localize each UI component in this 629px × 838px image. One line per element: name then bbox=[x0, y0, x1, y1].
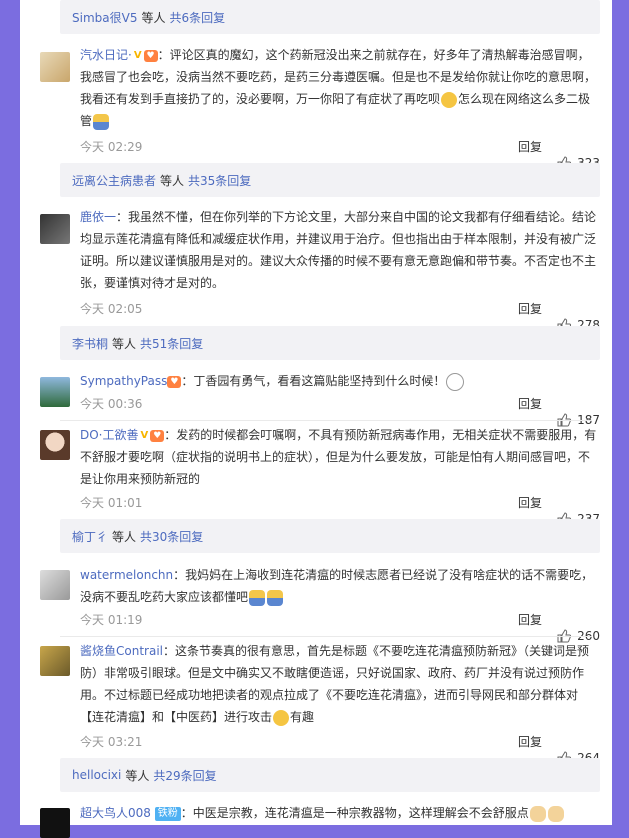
avatar[interactable] bbox=[40, 377, 70, 407]
comment-text: ：中医是宗教，连花清瘟是一种宗教器物，这样理解会不会舒服点 bbox=[180, 806, 529, 820]
reply-summary[interactable]: Simba很V5 等人 共6条回复 bbox=[60, 0, 600, 34]
comment-body: 鹿依一：我虽然不懂，但在你列举的下方论文里，大部分来自中国的论文我都有仔细看结论… bbox=[80, 206, 600, 294]
avatar[interactable] bbox=[40, 646, 70, 676]
reply-user[interactable]: Simba很V5 bbox=[72, 9, 137, 26]
cat-emoji-icon bbox=[547, 805, 564, 822]
comment-username[interactable]: 超大鸟人008 bbox=[80, 806, 151, 820]
vip-icon: V bbox=[133, 49, 142, 61]
reply-summary[interactable]: 李书桐 等人 共51条回复 bbox=[60, 326, 600, 360]
reply-button[interactable]: 回复 bbox=[518, 734, 542, 750]
avatar[interactable] bbox=[40, 214, 70, 244]
laugh-cry-emoji-icon bbox=[441, 91, 458, 108]
comment-time: 今天 01:01 bbox=[80, 496, 143, 510]
person-emoji-icon bbox=[93, 113, 110, 130]
cat-emoji-icon bbox=[529, 805, 546, 822]
reply-summary[interactable]: 远离公主病患者 等人 共35条回复 bbox=[60, 163, 600, 197]
smirk-emoji-icon bbox=[273, 709, 290, 726]
reply-count-link[interactable]: 共30条回复 bbox=[140, 528, 203, 545]
comment-meta: 今天 02:29 回复 323 bbox=[80, 139, 600, 170]
person-emoji-icon bbox=[267, 589, 284, 606]
comment-time: 今天 00:36 bbox=[80, 397, 143, 411]
comment-meta: 今天 00:36 回复 187 bbox=[80, 396, 600, 427]
comment-time: 今天 02:29 bbox=[80, 140, 143, 154]
avatar[interactable] bbox=[40, 430, 70, 460]
comment-time: 今天 01:19 bbox=[80, 613, 143, 627]
reply-mid: 等人 bbox=[125, 768, 150, 783]
reply-count-link[interactable]: 共6条回复 bbox=[169, 9, 225, 26]
comment-body: 酱烧鱼Contrail：这条节奏真的很有意思，首先是标题《不要吃连花清瘟预防新冠… bbox=[80, 640, 600, 728]
comment-username[interactable]: 汽水日记· bbox=[80, 48, 132, 62]
comment-username[interactable]: DO·工欲善 bbox=[80, 428, 139, 442]
fan-heart-icon: ♥ bbox=[143, 49, 158, 62]
comment-username[interactable]: 鹿依一 bbox=[80, 210, 116, 224]
glasses-emoji-icon bbox=[446, 372, 465, 391]
reply-mid: 等人 bbox=[112, 529, 137, 544]
reply-mid: 等人 bbox=[160, 173, 185, 188]
comment-body: SympathyPass ♥ ：丁香园有勇气，看看这篇贴能坚持到什么时候！ bbox=[80, 370, 600, 392]
reply-button[interactable]: 回复 bbox=[518, 139, 542, 155]
reply-summary[interactable]: hellocixi 等人 共29条回复 bbox=[60, 758, 600, 792]
reply-count-link[interactable]: 共29条回复 bbox=[153, 767, 216, 784]
comment-time: 今天 02:05 bbox=[80, 302, 143, 316]
reply-button[interactable]: 回复 bbox=[518, 396, 542, 412]
reply-button[interactable]: 回复 bbox=[518, 612, 542, 628]
comment-text-tail: 有趣 bbox=[290, 710, 315, 724]
reply-mid: 等人 bbox=[112, 336, 137, 351]
reply-summary[interactable]: 榆丁彳 等人 共30条回复 bbox=[60, 519, 600, 553]
comment-meta: 今天 01:01 回复 237 bbox=[80, 495, 600, 526]
fan-badge: 铁粉 bbox=[154, 806, 181, 821]
vip-icon: V bbox=[140, 429, 149, 441]
reply-button[interactable]: 回复 bbox=[518, 301, 542, 317]
person-emoji-icon bbox=[249, 589, 266, 606]
fan-heart-icon: ♥ bbox=[167, 375, 182, 388]
reply-count-link[interactable]: 共35条回复 bbox=[188, 172, 251, 189]
avatar[interactable] bbox=[40, 52, 70, 82]
comment-body: 汽水日记· V ♥ ：评论区真的魔幻，这个药新冠没出来之前就存在，好多年了清热解毒治感… bbox=[80, 44, 600, 132]
divider bbox=[60, 636, 592, 637]
reply-user[interactable]: hellocixi bbox=[72, 768, 121, 782]
comment-username[interactable]: 酱烧鱼Contrail bbox=[80, 644, 163, 658]
avatar[interactable] bbox=[40, 808, 70, 838]
reply-mid: 等人 bbox=[141, 10, 166, 25]
comment-meta: 今天 02:05 回复 278 bbox=[80, 301, 600, 332]
reply-user[interactable]: 远离公主病患者 bbox=[72, 172, 156, 189]
comment-body: 超大鸟人008 铁粉 ：中医是宗教，连花清瘟是一种宗教器物，这样理解会不会舒服点 bbox=[80, 802, 600, 824]
comment-body: watermelonchn：我妈妈在上海收到连花清瘟的时候志愿者已经说了没有啥症… bbox=[80, 564, 600, 608]
reply-user[interactable]: 榆丁彳 bbox=[72, 528, 108, 545]
comment-time: 今天 03:21 bbox=[80, 735, 143, 749]
comment-text: ：丁香园有勇气，看看这篇贴能坚持到什么时候！ bbox=[181, 374, 446, 388]
divider bbox=[60, 420, 592, 421]
reply-button[interactable]: 回复 bbox=[518, 495, 542, 511]
comment-username[interactable]: SympathyPass bbox=[80, 374, 167, 388]
reply-user[interactable]: 李书桐 bbox=[72, 335, 108, 352]
fan-heart-icon: ♥ bbox=[150, 429, 165, 442]
avatar[interactable] bbox=[40, 570, 70, 600]
comment-meta: 今天 01:19 回复 260 bbox=[80, 612, 600, 643]
reply-count-link[interactable]: 共51条回复 bbox=[140, 335, 203, 352]
comment-username[interactable]: watermelonchn bbox=[80, 568, 173, 582]
comment-body: DO·工欲善 V ♥ ：发药的时候都会叮嘱啊，不具有预防新冠病毒作用，无相关症状不需要… bbox=[80, 424, 600, 490]
comment-meta: 今天 03:21 回复 264 bbox=[80, 734, 600, 765]
comment-text: ：我虽然不懂，但在你列举的下方论文里，大部分来自中国的论文我都有仔细看结论。结论… bbox=[80, 210, 597, 290]
